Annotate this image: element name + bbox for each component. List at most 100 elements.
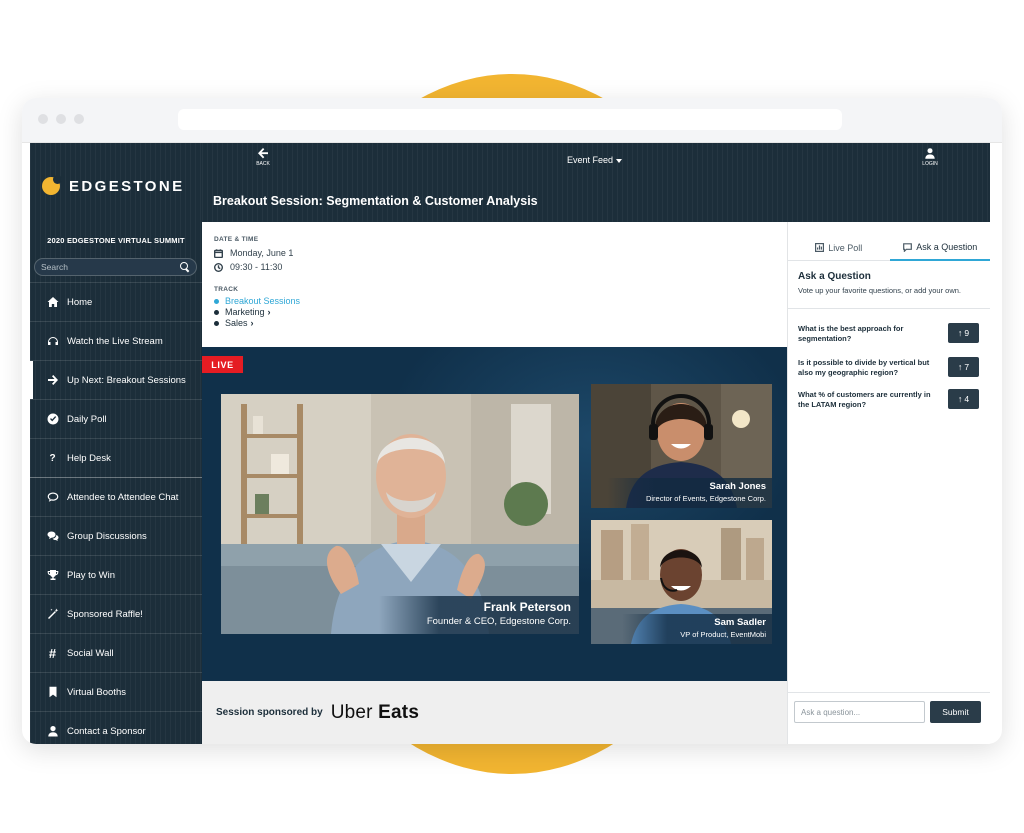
sidebar-item-sponsored-raffle[interactable]: Sponsored Raffle! (30, 594, 202, 633)
sponsor-name-second: Eats (378, 701, 420, 723)
sidebar-item-label: Group Discussions (67, 530, 147, 542)
speaker-tile-sarah[interactable]: Sarah Jones Director of Events, Edgeston… (591, 384, 772, 508)
session-date-text: Monday, June 1 (230, 248, 294, 258)
sidebar-item-contact-sponsor[interactable]: Contact a Sponsor (30, 711, 202, 744)
sidebar-item-label: Up Next: Breakout Sessions (67, 374, 186, 386)
sidebar-item-label: Play to Win (67, 569, 116, 581)
window-close-dot[interactable] (38, 114, 48, 124)
speaker-name: Frank Peterson (483, 600, 571, 614)
panel-tabs: Live Poll Ask a Question (788, 235, 990, 261)
live-video-stage[interactable]: LIVE Frank Peterson Founder & CEO, Edges… (202, 347, 787, 681)
speaker-role: VP of Product, EventMobi (680, 630, 766, 639)
sidebar-nav: Home Watch the Live Stream Up Next: Brea… (30, 282, 202, 744)
sidebar-item-label: Social Wall (67, 647, 114, 659)
sidebar-item-live-stream[interactable]: Watch the Live Stream (30, 321, 202, 360)
home-icon (46, 296, 59, 308)
panel-divider (788, 308, 990, 309)
event-name: 2020 EDGESTONE VIRTUAL SUMMIT (47, 236, 185, 245)
search-box (34, 258, 197, 276)
upvote-button[interactable]: ↑ 7 (948, 357, 979, 377)
track-name: Marketing (225, 307, 265, 317)
sponsor-banner[interactable]: Session sponsored by Uber Eats (202, 681, 787, 744)
caret-down-icon (616, 158, 623, 163)
search-input[interactable] (41, 262, 180, 272)
date-time-label: DATE & TIME (214, 236, 259, 243)
user-icon (46, 725, 59, 737)
ask-question-input[interactable] (794, 701, 925, 723)
sidebar-item-social-wall[interactable]: # Social Wall (30, 633, 202, 672)
upvote-button[interactable]: ↑ 4 (948, 389, 979, 409)
tab-live-poll[interactable]: Live Poll (788, 235, 890, 261)
calendar-icon (214, 248, 223, 258)
speaker-name: Sam Sadler (714, 617, 766, 628)
session-date: Monday, June 1 (214, 248, 293, 258)
vote-count: 4 (964, 394, 970, 404)
track-link-breakout-sessions[interactable]: Breakout Sessions (214, 296, 300, 306)
question-text: What % of customers are currently in the… (798, 390, 931, 409)
upvote-button[interactable]: ↑ 9 (948, 323, 979, 343)
track-link-sales[interactable]: Sales › (214, 318, 254, 328)
sidebar-item-group-discussions[interactable]: Group Discussions (30, 516, 202, 555)
speaker-caption: Sam Sadler VP of Product, EventMobi (622, 614, 772, 644)
panel-heading: Ask a Question (798, 271, 871, 282)
sponsor-logo: Uber Eats (331, 702, 419, 724)
bookmark-icon (46, 686, 59, 698)
sidebar-item-label: Contact a Sponsor (67, 725, 146, 737)
tab-ask-question[interactable]: Ask a Question (889, 235, 990, 261)
search-icon[interactable] (180, 262, 190, 272)
message-icon (903, 242, 913, 252)
brand-logo[interactable]: EDGESTONE (42, 175, 185, 195)
back-arrow-icon (258, 148, 268, 159)
track-label: TRACK (214, 286, 239, 293)
speaker-role: Founder & CEO, Edgestone Corp. (426, 616, 571, 627)
sidebar-item-play-to-win[interactable]: Play to Win (30, 555, 202, 594)
sidebar-item-breakout-sessions[interactable]: Up Next: Breakout Sessions (30, 360, 202, 399)
track-name: Breakout Sessions (225, 296, 301, 306)
question-icon: ? (49, 452, 56, 464)
session-time-text: 09:30 - 11:30 (230, 262, 283, 272)
session-title: Breakout Session: Segmentation & Custome… (213, 194, 538, 208)
arrow-right-icon (46, 374, 59, 386)
back-button[interactable]: BACK (252, 148, 274, 167)
submit-question-button[interactable]: Submit (930, 701, 981, 723)
login-button[interactable]: LOGIN (918, 148, 942, 167)
sidebar-item-home[interactable]: Home (30, 282, 202, 321)
speaker-tile-main[interactable]: Frank Peterson Founder & CEO, Edgestone … (221, 394, 579, 634)
speaker-role: Director of Events, Edgestone Corp. (645, 494, 766, 503)
sponsor-name-first: Uber (330, 701, 373, 723)
brand-name: EDGESTONE (69, 177, 185, 195)
sidebar-item-label: Daily Poll (67, 413, 107, 425)
window-maximize-dot[interactable] (74, 114, 84, 124)
sidebar-item-attendee-chat[interactable]: Attendee to Attendee Chat (30, 477, 202, 516)
chevron-right-icon: › (267, 307, 271, 317)
ask-question-form: Submit (788, 692, 990, 744)
sidebar-item-label: Watch the Live Stream (67, 335, 163, 347)
panel-subheading: Vote up your favorite questions, or add … (798, 286, 962, 295)
speaker-caption: Sarah Jones Director of Events, Edgeston… (607, 478, 772, 508)
event-feed-dropdown[interactable]: Event Feed (567, 155, 623, 165)
hashtag-icon: # (48, 645, 57, 661)
vote-count: 9 (964, 328, 970, 338)
sidebar-item-label: Virtual Booths (67, 686, 126, 698)
poll-chart-icon (815, 243, 825, 252)
track-link-marketing[interactable]: Marketing › (214, 307, 271, 317)
live-badge: LIVE (202, 356, 243, 373)
sidebar-item-label: Attendee to Attendee Chat (67, 491, 179, 503)
back-label: BACK (256, 161, 270, 167)
address-bar[interactable] (178, 109, 842, 130)
sidebar-item-help-desk[interactable]: ? Help Desk (30, 438, 202, 477)
chat-bubble-icon (46, 491, 59, 503)
check-circle-icon (46, 413, 59, 425)
headphones-icon (46, 335, 59, 347)
speaker-tile-sam[interactable]: Sam Sadler VP of Product, EventMobi (591, 520, 772, 644)
sidebar-item-virtual-booths[interactable]: Virtual Booths (30, 672, 202, 711)
sidebar-item-daily-poll[interactable]: Daily Poll (30, 399, 202, 438)
event-feed-label: Event Feed (567, 155, 614, 165)
session-time: 09:30 - 11:30 (214, 262, 282, 272)
marketing-stage: EDGESTONE 2020 EDGESTONE VIRTUAL SUMMIT … (0, 0, 1024, 833)
magic-wand-icon (46, 608, 59, 620)
window-minimize-dot[interactable] (56, 114, 66, 124)
session-details: DATE & TIME Monday, June 1 09:30 - 11:30… (202, 222, 787, 347)
question-text: Is it possible to divide by vertical but… (798, 358, 930, 377)
speaker-name: Sarah Jones (709, 481, 767, 492)
